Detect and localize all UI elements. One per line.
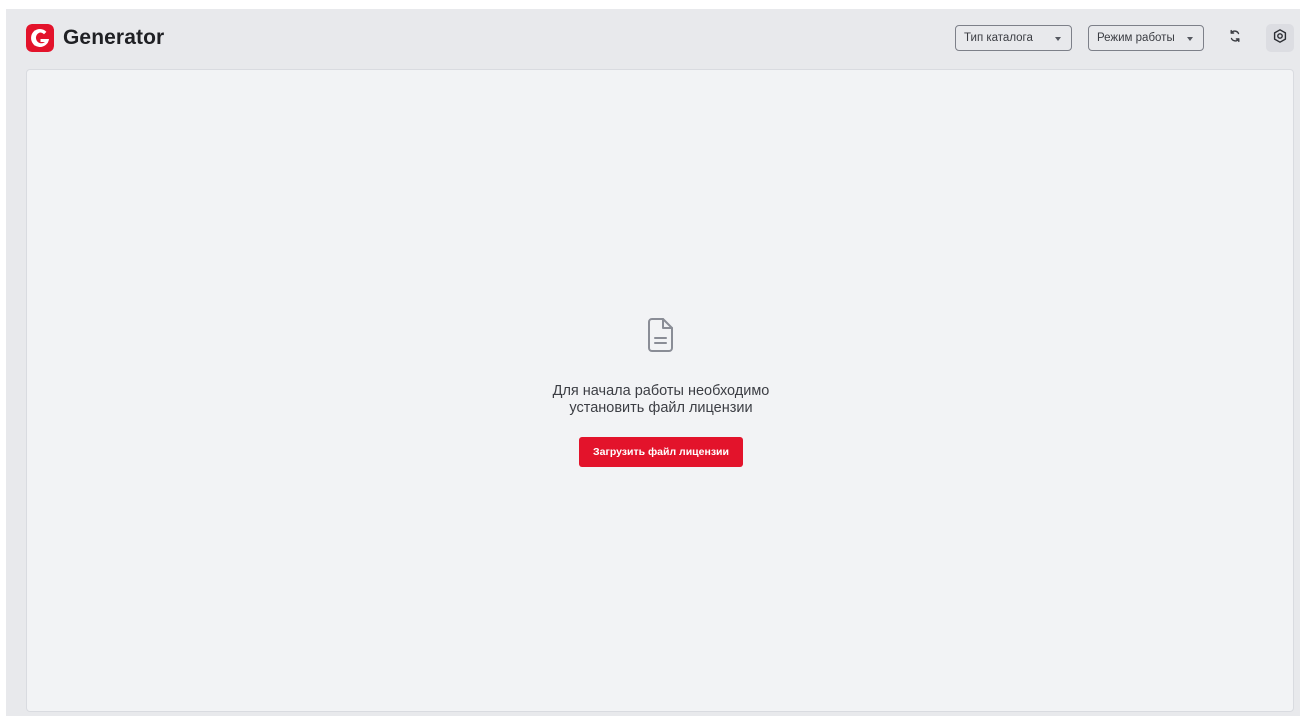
license-message-line1: Для начала работы необходимо bbox=[552, 383, 770, 399]
logo bbox=[26, 24, 54, 52]
chevron-down-icon bbox=[1187, 37, 1193, 41]
work-mode-select[interactable]: Режим работы bbox=[1088, 25, 1204, 51]
license-message: Для начала работы необходимо установить … bbox=[553, 383, 770, 417]
settings-button[interactable] bbox=[1266, 24, 1294, 52]
app-window: Generator Тип каталога Режим работы Для … bbox=[6, 9, 1300, 716]
work-mode-label: Режим работы bbox=[1097, 32, 1175, 44]
main-panel: Для начала работы необходимо установить … bbox=[26, 69, 1294, 712]
upload-license-button[interactable]: Загрузить файл лицензии bbox=[579, 437, 743, 467]
catalog-type-select[interactable]: Тип каталога bbox=[955, 25, 1072, 51]
document-icon bbox=[643, 315, 679, 355]
app-title: Generator bbox=[63, 26, 165, 49]
catalog-type-label: Тип каталога bbox=[964, 32, 1033, 44]
brand: Generator bbox=[26, 24, 164, 52]
empty-state: Для начала работы необходимо установить … bbox=[27, 315, 1295, 467]
chevron-down-icon bbox=[1055, 37, 1061, 41]
sync-icon bbox=[1227, 28, 1243, 49]
sync-button[interactable] bbox=[1221, 24, 1249, 52]
gear-icon bbox=[1272, 28, 1288, 49]
header: Generator Тип каталога Режим работы bbox=[6, 9, 1300, 69]
license-message-line2: установить файл лицензии bbox=[569, 400, 753, 416]
